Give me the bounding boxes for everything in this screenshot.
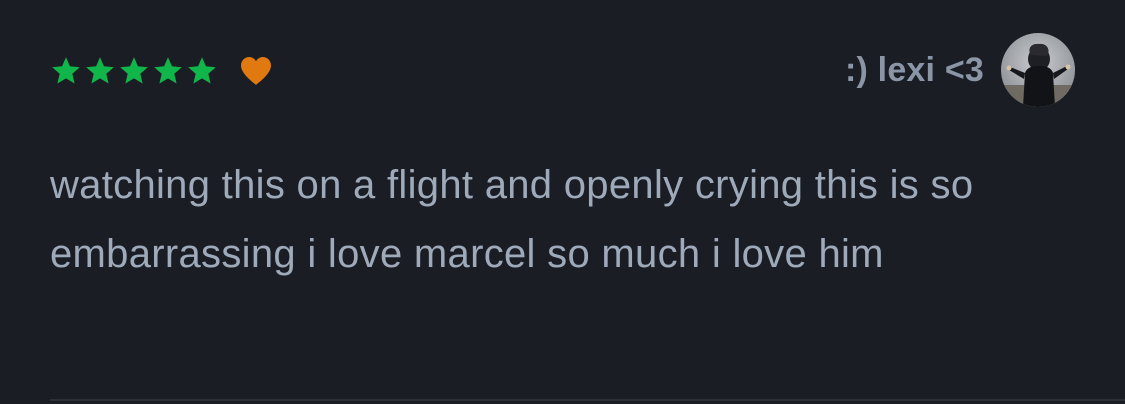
heart-icon	[239, 55, 273, 87]
review-text: watching this on a flight and openly cry…	[50, 163, 974, 276]
review-card: :) lexi <3 watching this on a flight and…	[0, 0, 1125, 404]
star-icon	[152, 55, 184, 87]
star-icon	[118, 55, 150, 87]
star-icon	[186, 55, 218, 87]
star-rating	[50, 55, 218, 87]
star-icon	[84, 55, 116, 87]
review-author: :) lexi <3	[845, 33, 1075, 107]
star-icon	[50, 55, 82, 87]
rating-row	[50, 55, 273, 87]
avatar[interactable]	[1001, 33, 1075, 107]
divider	[50, 399, 1125, 401]
author-name-link[interactable]: :) lexi <3	[845, 51, 984, 90]
